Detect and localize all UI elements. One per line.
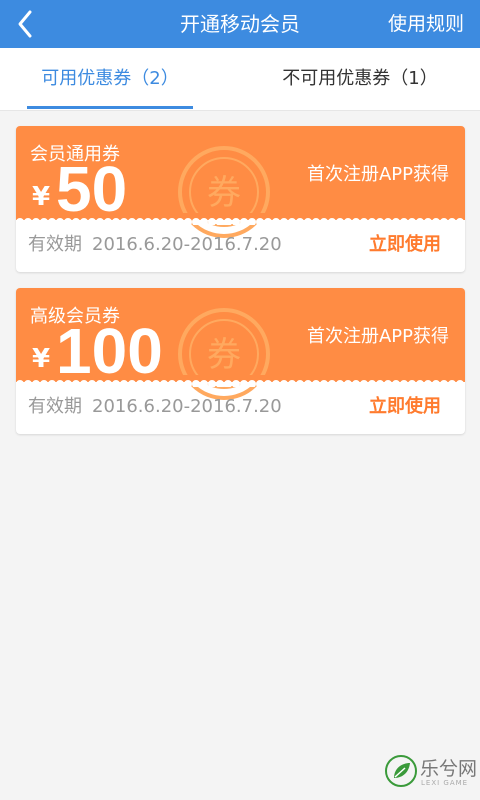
stamp-char: 券	[207, 173, 241, 213]
currency-symbol: ¥	[32, 344, 51, 374]
validity-period: 有效期 2016.6.20-2016.7.20	[28, 230, 282, 256]
usage-rules-link[interactable]: 使用规则	[388, 0, 464, 48]
validity-label: 有效期	[28, 396, 82, 417]
coupon-amount: 100	[56, 315, 163, 387]
coupon-stamp-icon: 券	[178, 146, 270, 238]
coupon-source: 首次注册APP获得	[306, 326, 449, 347]
validity-dates: 2016.6.20-2016.7.20	[92, 396, 282, 417]
coupon-card[interactable]: 券 高级会员券 ¥ 100 首次注册APP获得 有效期 2016.6.20-201…	[16, 288, 465, 434]
validity-label: 有效期	[28, 234, 82, 255]
coupon-stamp-icon: 券	[178, 308, 270, 400]
watermark-subtext: LEXI GAME	[421, 779, 469, 787]
validity-dates: 2016.6.20-2016.7.20	[92, 234, 282, 255]
validity-period: 有效期 2016.6.20-2016.7.20	[28, 392, 282, 418]
back-button[interactable]	[10, 8, 46, 40]
leaf-logo-icon	[385, 755, 417, 787]
active-tab-indicator	[27, 106, 193, 109]
stamp-char: 券	[207, 335, 241, 375]
use-now-button[interactable]: 立即使用	[369, 230, 441, 256]
coupon-card[interactable]: 券 会员通用券 ¥ 50 首次注册APP获得 有效期 2016.6.20-2016…	[16, 126, 465, 272]
tab-available[interactable]: 可用优惠券（2）	[0, 48, 220, 110]
site-watermark: 乐兮网 LEXI GAME	[384, 750, 480, 800]
use-now-button[interactable]: 立即使用	[369, 392, 441, 418]
coupon-tabs: 可用优惠券（2） 不可用优惠券（1）	[0, 48, 480, 111]
coupon-source: 首次注册APP获得	[306, 164, 449, 185]
chevron-left-icon	[18, 10, 32, 38]
coupon-amount: 50	[56, 153, 128, 225]
watermark-text: 乐兮网	[420, 758, 478, 780]
top-app-bar: 开通移动会员 使用规则	[0, 0, 480, 48]
tab-unavailable[interactable]: 不可用优惠券（1）	[240, 48, 480, 110]
currency-symbol: ¥	[32, 182, 51, 212]
